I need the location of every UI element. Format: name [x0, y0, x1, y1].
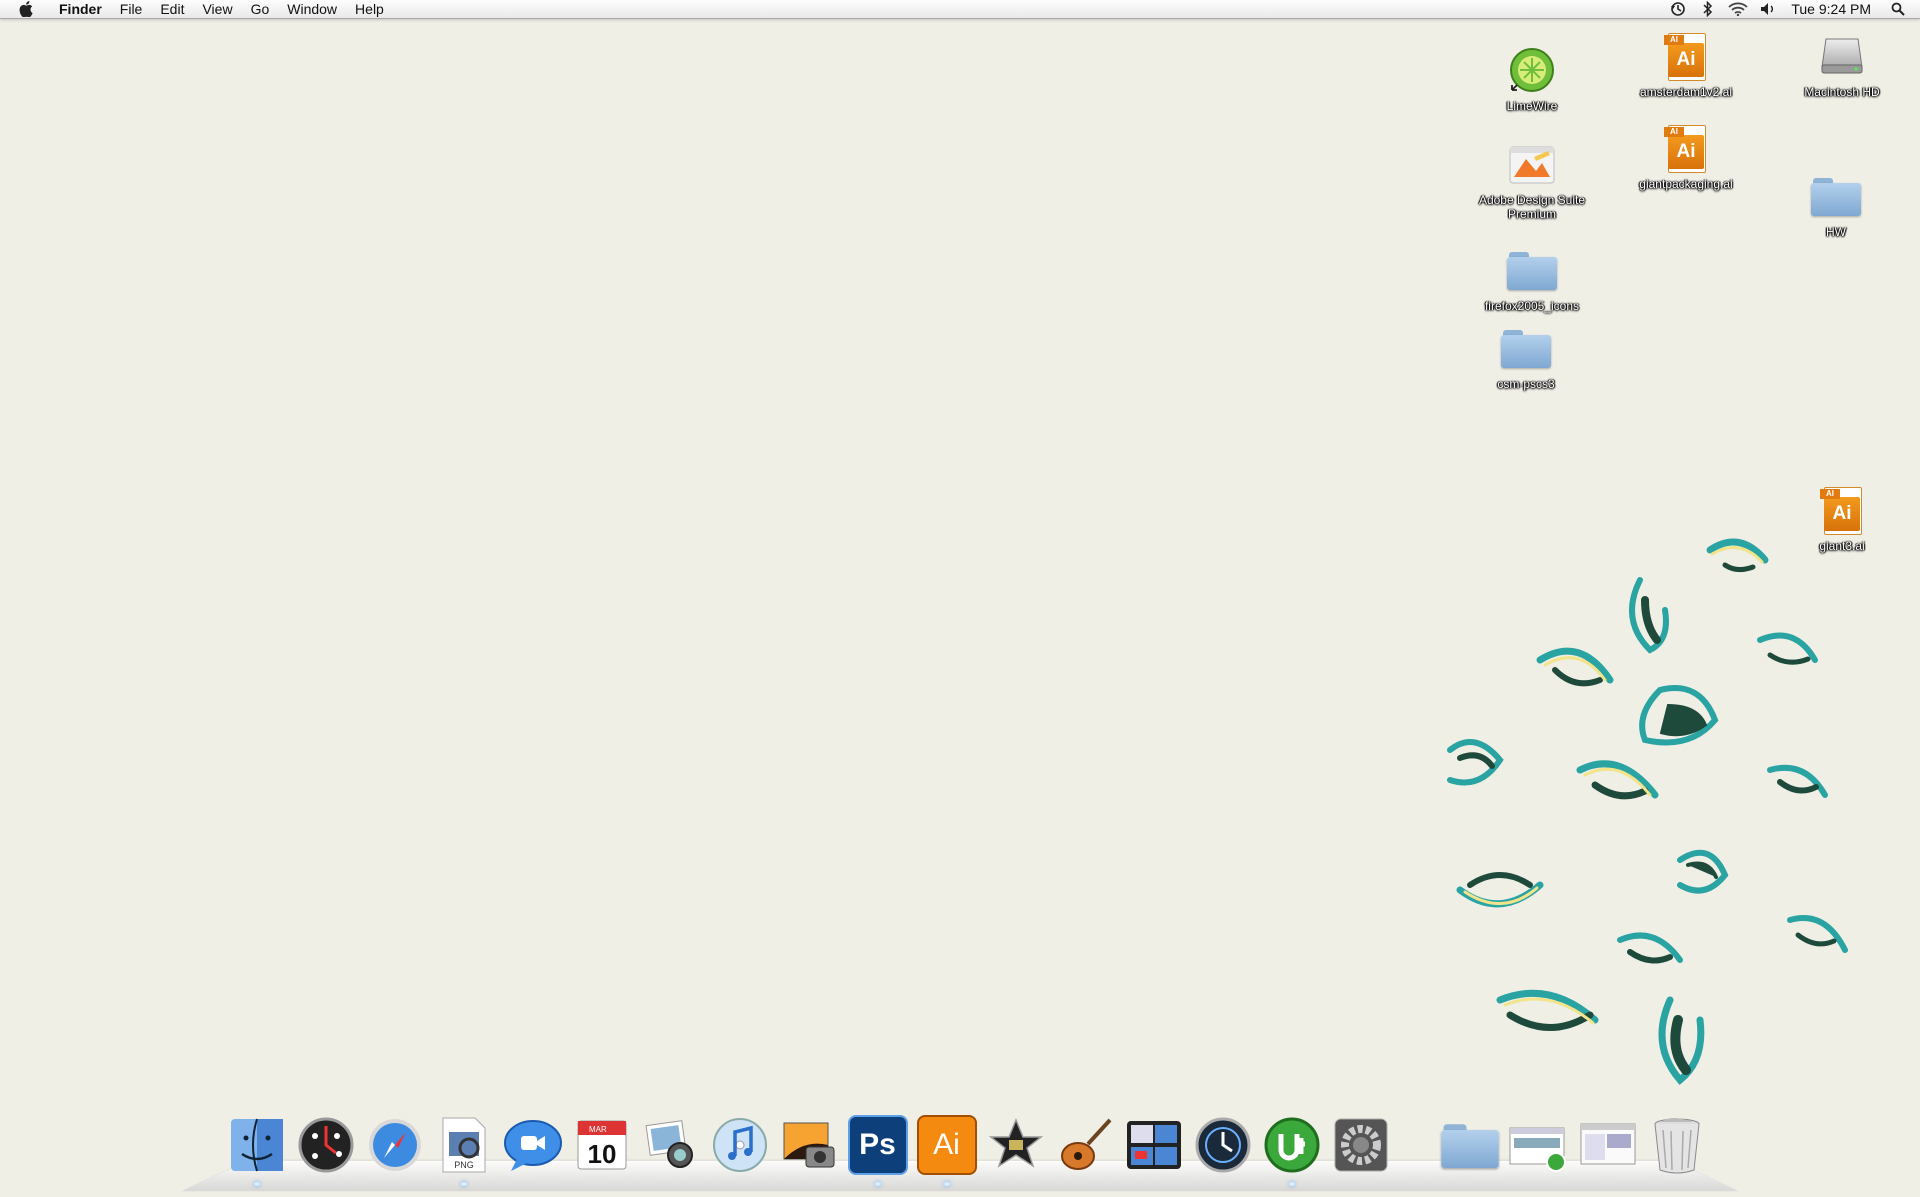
menu-window[interactable]: Window	[278, 0, 346, 18]
wallpaper-eye	[1536, 647, 1614, 687]
finder-icon[interactable]	[226, 1114, 288, 1186]
spaces-icon[interactable]	[1123, 1114, 1185, 1176]
adobe-suite-box-icon	[1504, 138, 1560, 190]
running-indicator	[253, 1182, 260, 1186]
desktop-icon-label: giantpackaging.ai	[1639, 177, 1733, 191]
illustrator-file-icon: Ai AI	[1658, 122, 1714, 174]
menu-file[interactable]: File	[111, 0, 152, 18]
wallpaper-faces-art	[1447, 538, 1848, 1085]
itunes-icon[interactable]	[709, 1114, 771, 1176]
desktop-icon-label: Adobe Design Suite Premium	[1478, 193, 1586, 221]
desktop-icon-label: csm-pscs3	[1497, 377, 1555, 391]
desktop-icon-amsterdam-ai[interactable]: Ai AI amsterdam1v2.ai	[1626, 30, 1746, 99]
wifi-icon[interactable]	[1728, 0, 1748, 18]
running-indicator	[943, 1182, 950, 1186]
folder-icon	[1808, 170, 1864, 222]
menu-clock[interactable]: Tue 9:24 PM	[1783, 0, 1883, 18]
limewire-icon	[1504, 44, 1560, 96]
dashboard-icon[interactable]	[295, 1114, 357, 1176]
utorrent-icon[interactable]	[1261, 1114, 1323, 1186]
desktop-icon-csm-pscs3-folder[interactable]: csm-pscs3	[1466, 322, 1586, 391]
dock-separator	[1395, 1114, 1435, 1176]
screenshots-stack-icon[interactable]	[1577, 1114, 1639, 1176]
desktop-icon-hw-folder[interactable]: HW	[1776, 170, 1896, 239]
preview-icon[interactable]: PNG	[433, 1114, 495, 1186]
desktop-icon-label: LimeWire	[1506, 99, 1558, 113]
desktop-icon-label: Macintosh HD	[1804, 85, 1880, 99]
iphoto-icon[interactable]	[640, 1114, 702, 1176]
calendar-month: MAR	[589, 1125, 607, 1134]
menu-view[interactable]: View	[193, 0, 241, 18]
imovie-icon[interactable]	[985, 1114, 1047, 1176]
ical-icon[interactable]: MAR 10	[571, 1114, 633, 1176]
wallpaper-eye	[1757, 632, 1818, 665]
dock: PNG MAR 10 Ps Ai	[222, 1110, 1711, 1186]
wallpaper-eye	[1767, 764, 1828, 798]
desktop-icon-adobe-design-suite[interactable]: Adobe Design Suite Premium	[1472, 138, 1592, 221]
bluetooth-icon[interactable]	[1698, 0, 1718, 18]
png-label: PNG	[454, 1160, 474, 1170]
illustrator-label: Ai	[916, 1115, 977, 1175]
wallpaper-mouth	[1639, 685, 1719, 746]
wallpaper-eye	[1706, 538, 1769, 573]
illustrator-icon[interactable]: Ai	[916, 1114, 978, 1186]
menu-app-finder[interactable]: Finder	[50, 0, 111, 18]
system-preferences-icon[interactable]	[1330, 1114, 1392, 1176]
photoshop-icon[interactable]: Ps	[847, 1114, 909, 1186]
wallpaper-eye	[1576, 760, 1659, 800]
wallpaper-mouth	[1447, 739, 1504, 786]
trash-icon[interactable]	[1646, 1114, 1708, 1176]
wallpaper-eye	[1617, 932, 1683, 964]
apple-menu-icon[interactable]	[12, 1, 40, 17]
menu-go[interactable]: Go	[242, 0, 279, 18]
wallpaper-eye	[1787, 915, 1848, 953]
photoshop-label: Ps	[847, 1115, 908, 1175]
wallpaper-mouth	[1496, 989, 1599, 1031]
volume-icon[interactable]	[1758, 0, 1778, 18]
desktop-icon-firefox-icons-folder[interactable]: firefox2005_icons	[1472, 244, 1592, 313]
garageband-icon[interactable]	[1054, 1114, 1116, 1176]
wallpaper-mouth	[1456, 872, 1544, 908]
image-capture-icon[interactable]	[778, 1114, 840, 1176]
documents-stack-icon[interactable]	[1439, 1114, 1501, 1176]
folder-icon	[1504, 244, 1560, 296]
spotlight-icon[interactable]	[1888, 0, 1908, 18]
menu-edit[interactable]: Edit	[151, 0, 193, 18]
desktop-icon-limewire[interactable]: LimeWire	[1472, 44, 1592, 113]
ichat-icon[interactable]	[502, 1114, 564, 1176]
calendar-day: 10	[587, 1139, 616, 1169]
time-machine-icon[interactable]	[1668, 0, 1688, 18]
desktop-icon-label: HW	[1826, 225, 1846, 239]
illustrator-file-icon: Ai AI	[1658, 30, 1714, 82]
menu-bar: Finder File Edit View Go Window Help Tue…	[0, 0, 1920, 19]
time-machine-icon[interactable]	[1192, 1114, 1254, 1176]
running-indicator	[874, 1182, 881, 1186]
running-indicator	[460, 1182, 467, 1186]
safari-icon[interactable]	[364, 1114, 426, 1176]
downloads-stack-icon[interactable]	[1508, 1114, 1570, 1176]
wallpaper-mouth	[1658, 996, 1705, 1085]
wallpaper-mouth	[1677, 849, 1729, 894]
desktop-icon-label: firefox2005_icons	[1484, 299, 1580, 313]
folder-icon	[1498, 322, 1554, 374]
wallpaper-mouth	[1629, 577, 1669, 654]
running-indicator	[1288, 1182, 1295, 1186]
desktop-icon-label: amsterdam1v2.ai	[1639, 85, 1733, 99]
desktop-icon-giantpackaging-ai[interactable]: Ai AI giantpackaging.ai	[1626, 122, 1746, 191]
menu-help[interactable]: Help	[346, 0, 393, 18]
hard-drive-icon	[1814, 30, 1870, 82]
desktop-icon-macintosh-hd[interactable]: Macintosh HD	[1782, 30, 1902, 99]
